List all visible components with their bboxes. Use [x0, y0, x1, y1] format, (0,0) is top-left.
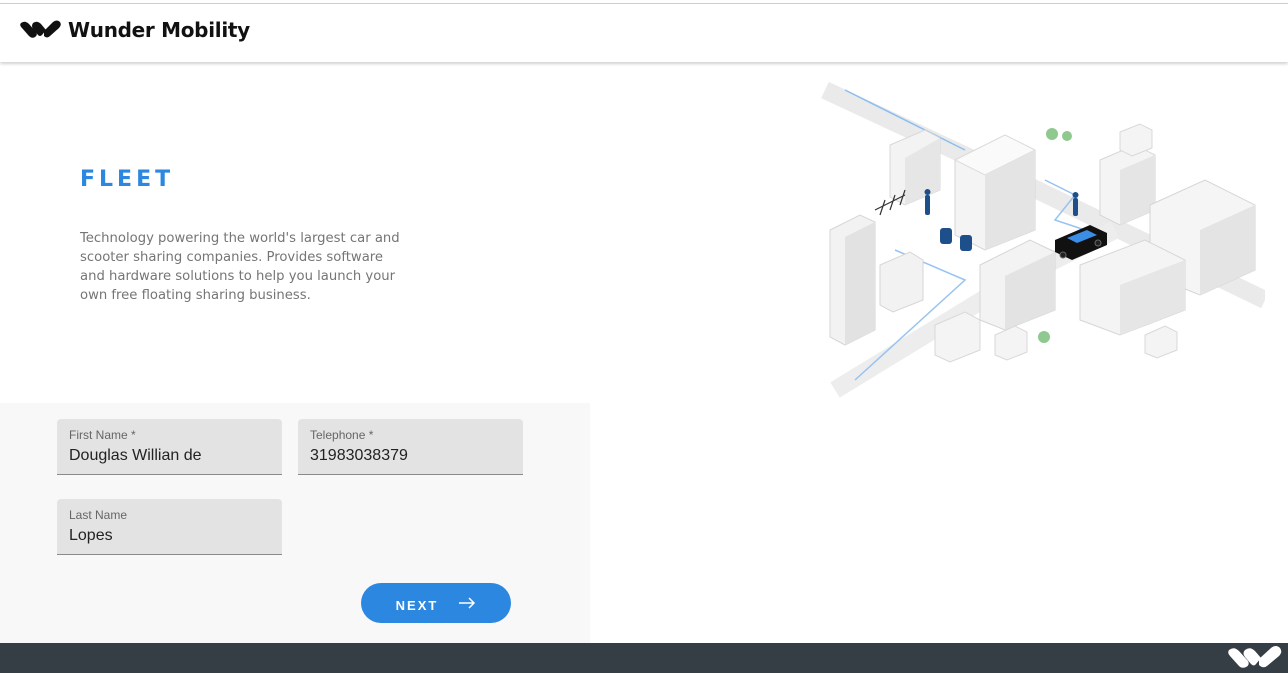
arrow-right-icon [459, 597, 476, 609]
brand-name: Wunder Mobility [68, 18, 250, 42]
wunder-logo-icon [20, 20, 61, 38]
hero-description: Technology powering the world's largest … [80, 231, 400, 303]
next-button-label: NEXT [395, 597, 439, 613]
next-button[interactable]: NEXT [361, 583, 511, 623]
last-name-value[interactable]: Lopes [69, 527, 113, 545]
first-name-value[interactable]: Douglas Willian de [69, 447, 202, 465]
telephone-label: Telephone * [310, 428, 374, 442]
hero-title: FLEET [80, 167, 175, 192]
last-name-field[interactable]: Last Name Lopes [57, 499, 282, 555]
telephone-value[interactable]: 31983038379 [310, 447, 408, 465]
site-footer [0, 643, 1288, 673]
brand-logo[interactable]: Wunder Mobility [20, 18, 250, 42]
first-name-label: First Name * [69, 428, 136, 442]
last-name-label: Last Name [69, 508, 128, 522]
signup-form: First Name * Douglas Willian de Telephon… [0, 403, 590, 643]
site-header: Wunder Mobility [0, 4, 1288, 62]
wunder-logo-icon [1228, 646, 1282, 668]
isometric-city-illustration [821, 81, 1265, 398]
telephone-field[interactable]: Telephone * 31983038379 [298, 419, 523, 475]
first-name-field[interactable]: First Name * Douglas Willian de [57, 419, 282, 475]
